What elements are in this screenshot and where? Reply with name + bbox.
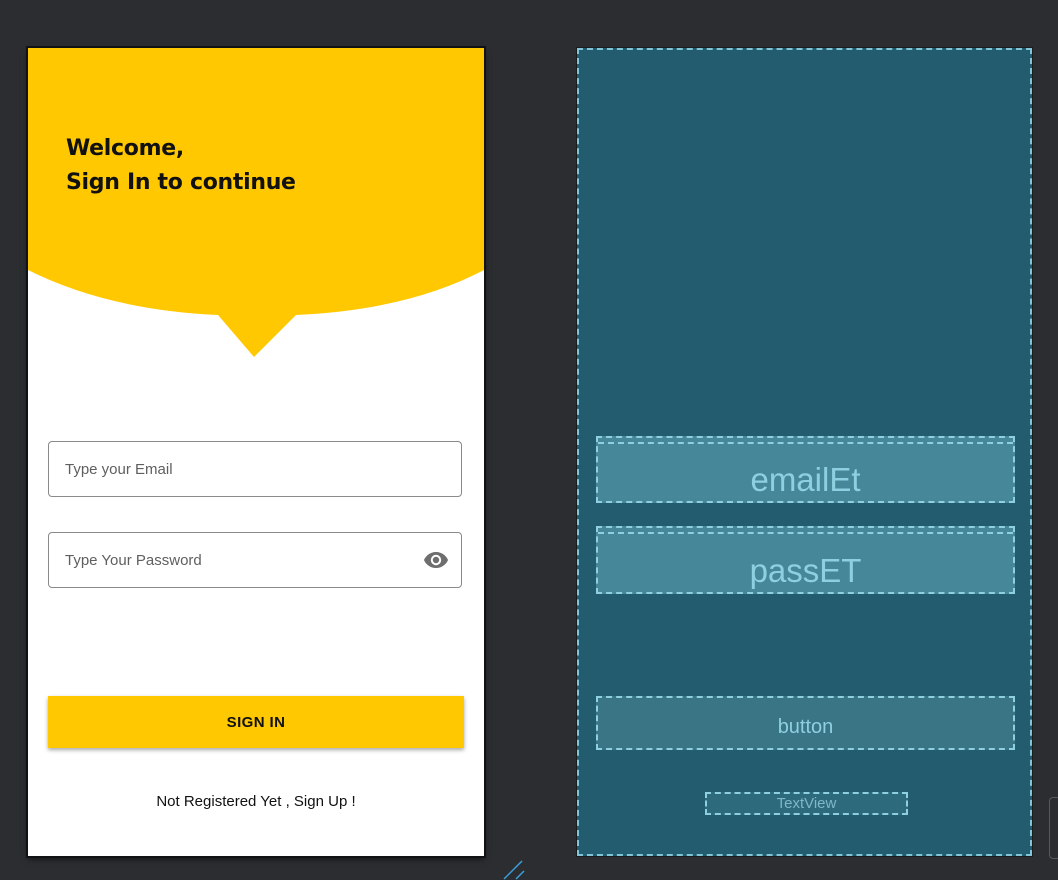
blueprint-button[interactable]: button	[596, 696, 1015, 750]
blueprint-textview-label: TextView	[776, 795, 837, 812]
signup-link[interactable]: Not Registered Yet , Sign Up !	[28, 793, 484, 810]
resize-cursor-icon	[503, 860, 525, 880]
password-input[interactable]	[65, 533, 405, 587]
blueprint-textview[interactable]: TextView	[705, 792, 908, 815]
blueprint-email-label: emailEt	[750, 460, 861, 498]
email-input[interactable]	[65, 442, 405, 496]
password-field[interactable]	[48, 532, 462, 588]
header-background	[28, 48, 484, 357]
eye-icon[interactable]	[423, 549, 449, 571]
blueprint-pass-label: passET	[749, 552, 862, 589]
sign-in-subtitle: Sign In to continue	[66, 170, 296, 195]
blueprint-email-edittext[interactable]: emailEt	[596, 436, 1015, 503]
email-field[interactable]	[48, 441, 462, 497]
blueprint-button-label: button	[777, 715, 834, 738]
layout-editor-canvas: Welcome, Sign In to continue SIGN IN Not…	[0, 0, 1058, 880]
blueprint-view[interactable]: emailEt passET button TextView	[577, 48, 1032, 856]
welcome-line: Welcome,	[66, 136, 184, 161]
design-view-phone[interactable]: Welcome, Sign In to continue SIGN IN Not…	[28, 48, 484, 856]
blueprint-password-edittext[interactable]: passET	[596, 526, 1015, 594]
panel-resize-handle[interactable]	[1049, 797, 1058, 859]
welcome-title: Welcome, Sign In to continue	[66, 132, 296, 200]
sign-in-button[interactable]: SIGN IN	[48, 696, 464, 748]
